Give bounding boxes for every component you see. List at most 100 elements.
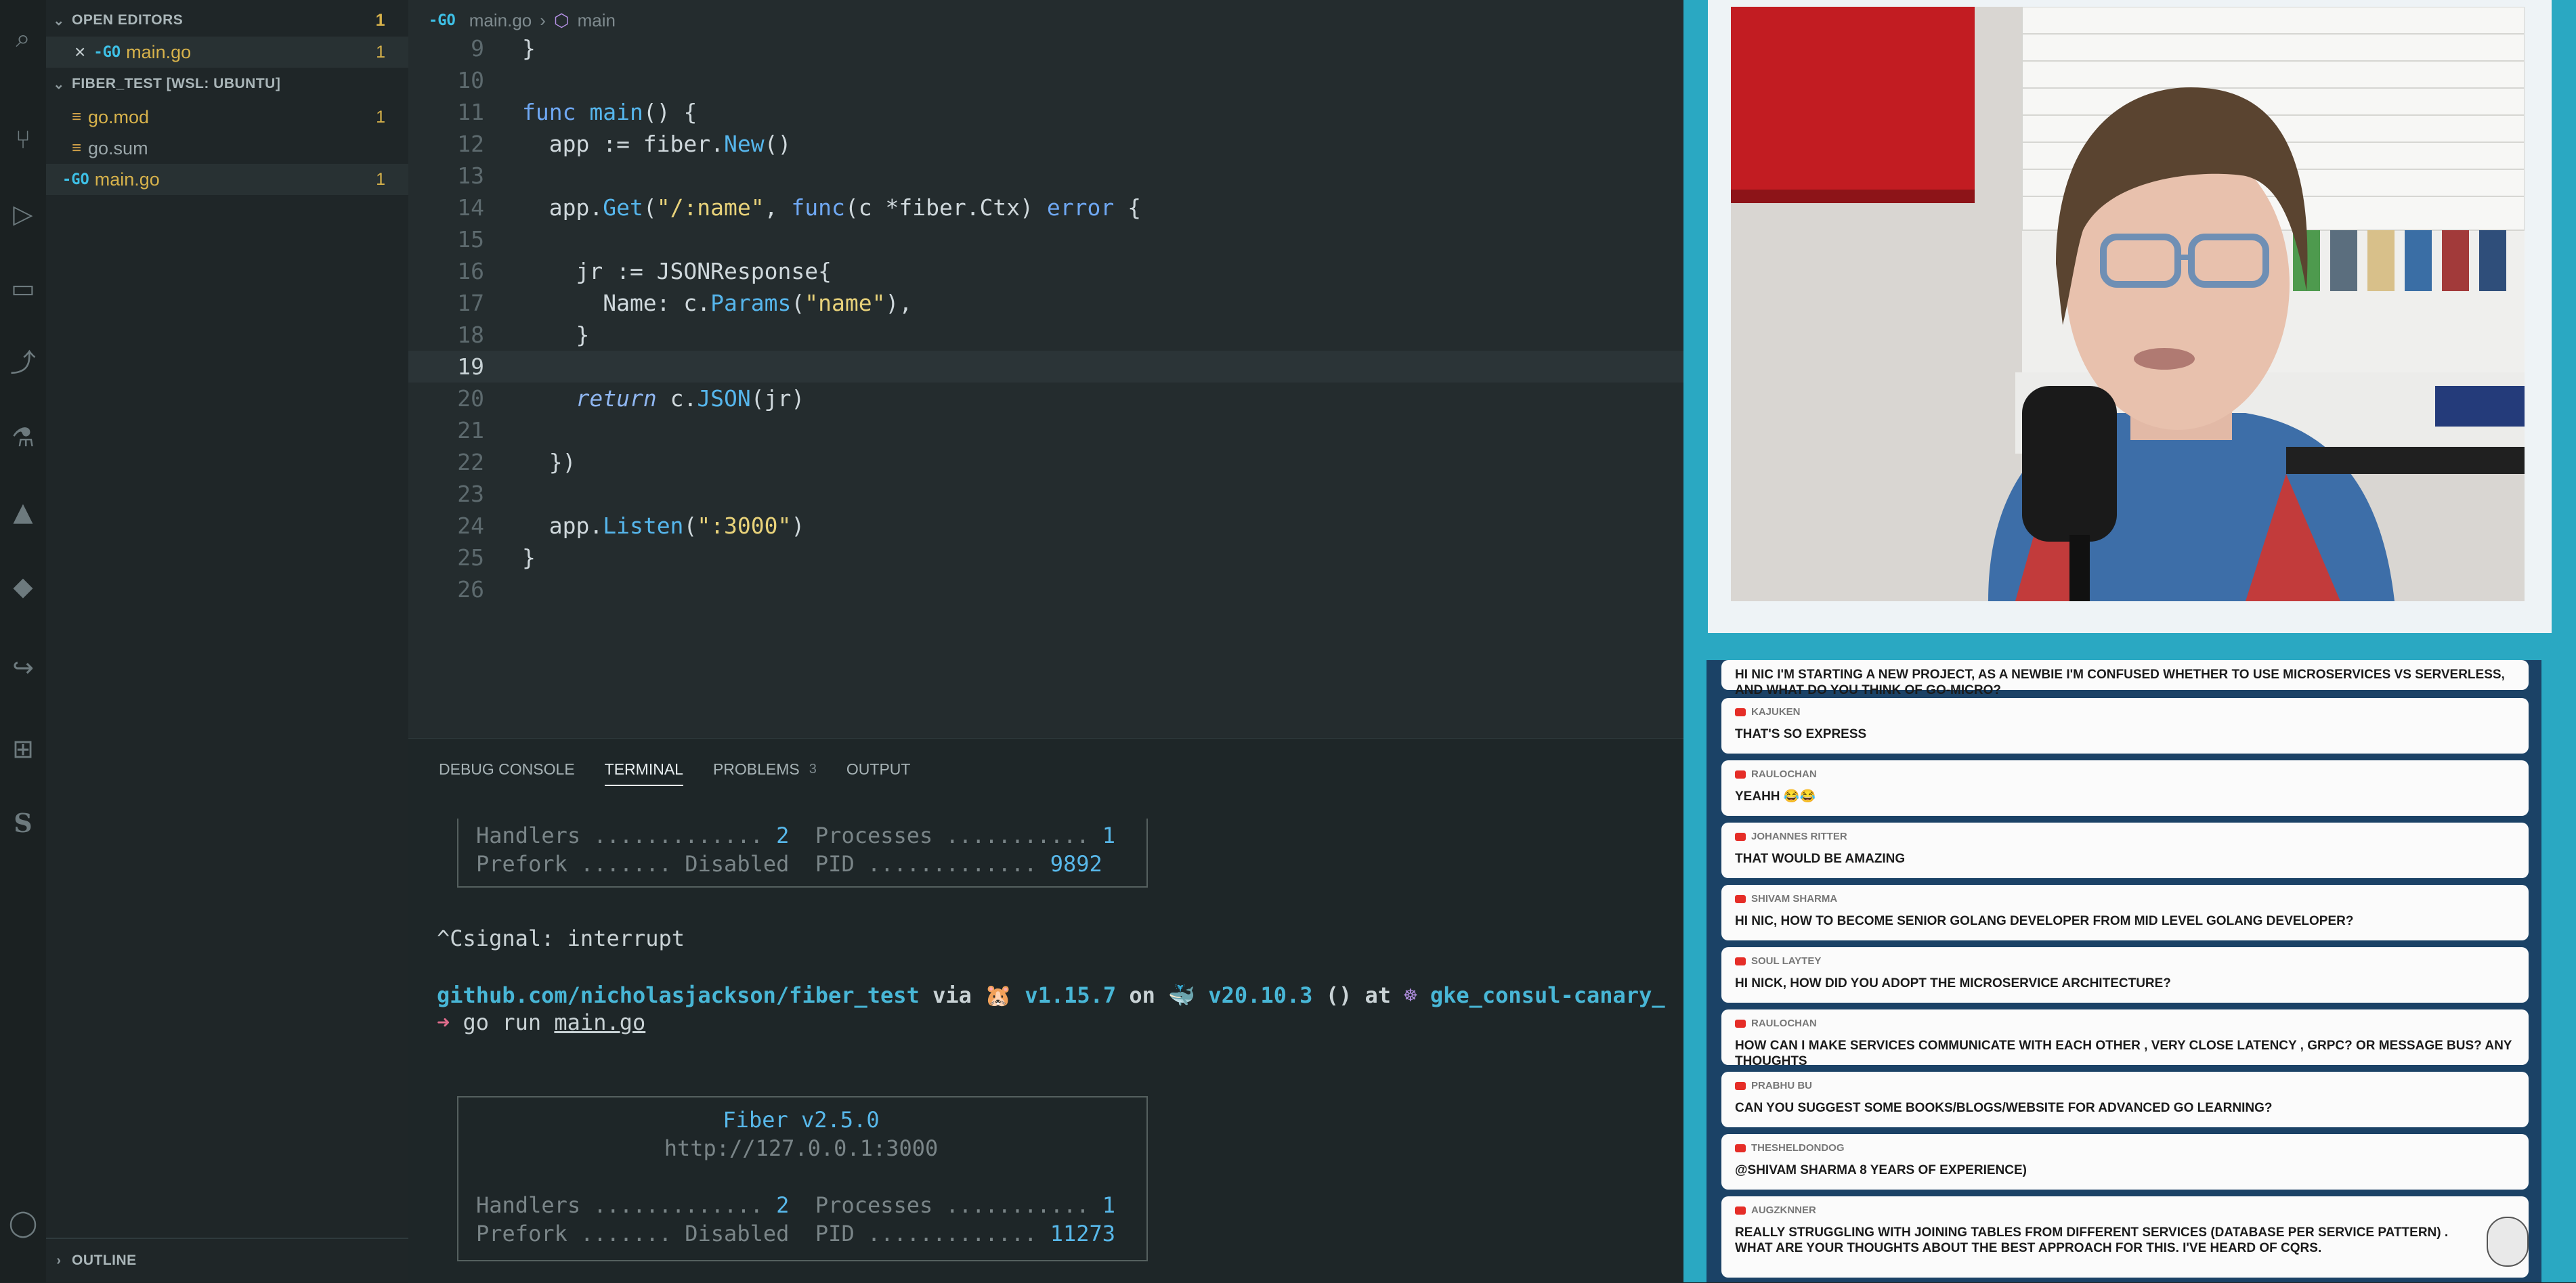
chat-message-text: REALLY STRUGGLING WITH JOINING TABLES FR… xyxy=(1735,1225,2449,1255)
youtube-icon xyxy=(1735,1019,1746,1028)
command-arg[interactable]: main.go xyxy=(554,1009,645,1035)
youtube-icon xyxy=(1735,1144,1746,1152)
code-text: } xyxy=(522,322,590,348)
line-number: 15 xyxy=(457,226,484,253)
webcam-video xyxy=(1731,7,2525,601)
chat-message: HI NIC I'M STARTING A NEW PROJECT, AS A … xyxy=(1721,660,2529,697)
s-icon[interactable]: S xyxy=(5,806,41,841)
code-editor[interactable]: -GO main.go › ⬡ main 9} 10 11 func main()… xyxy=(408,0,1683,738)
tab-output[interactable]: OUTPUT xyxy=(846,752,911,786)
chat-author: SHIVAM SHARMA xyxy=(1735,893,1837,905)
breadcrumb: -GO main.go › ⬡ main xyxy=(429,5,616,35)
code-line: 25} xyxy=(408,542,1683,573)
processes-value: 1 xyxy=(1102,823,1116,848)
chat-message-text: HOW CAN I MAKE SERVICES COMMUNICATE WITH… xyxy=(1735,1039,2512,1068)
tab-label: OUTPUT xyxy=(846,760,911,778)
go-mod-icon: ≡ xyxy=(72,108,82,126)
youtube-icon xyxy=(1735,894,1746,903)
breadcrumb-symbol[interactable]: main xyxy=(578,10,616,31)
code-line: 24 app.Listen(":3000") xyxy=(408,510,1683,542)
code-text: app.Get("/:name", func(c *fiber.Ctx) err… xyxy=(522,194,1141,221)
code-line: 13 xyxy=(408,160,1683,192)
docker-icon[interactable]: ◆ xyxy=(5,569,41,604)
line-number: 16 xyxy=(457,258,484,284)
chat-author: JOHANNES RITTER xyxy=(1735,831,1847,842)
chat-author-name: SOUL LAYTEY xyxy=(1751,955,1822,967)
test-flask-icon[interactable]: ⚗ xyxy=(5,420,41,455)
chat-message: RAULOCHAN YEAHH 😂😂 xyxy=(1721,760,2529,816)
bottom-panel: DEBUG CONSOLE TERMINAL PROBLEMS 3 OUTPUT … xyxy=(408,738,1683,1283)
outline-header[interactable]: › OUTLINE xyxy=(46,1246,408,1276)
breadcrumb-file[interactable]: main.go xyxy=(469,10,532,31)
code-line: 20 return c.JSON(jr) xyxy=(408,383,1683,414)
line-number: 18 xyxy=(457,322,484,348)
account-icon[interactable]: ◯ xyxy=(5,1205,41,1240)
chat-author: SOUL LAYTEY xyxy=(1735,955,1821,967)
file-item-go-sum[interactable]: ≡ go.sum xyxy=(46,133,408,164)
kubernetes-icon: ☸ xyxy=(1404,982,1417,1008)
tab-debug-console[interactable]: DEBUG CONSOLE xyxy=(439,752,575,786)
chat-author-name: PRABHU BU xyxy=(1751,1080,1812,1091)
code-text: Name: c.Params("name"), xyxy=(522,290,913,316)
search-icon[interactable]: ⌕ xyxy=(5,20,41,56)
chat-message-text: @SHIVAM SHARMA 8 YEARS OF EXPERIENCE) xyxy=(1735,1163,2027,1177)
line-number: 17 xyxy=(457,290,484,316)
code-line: 22 }) xyxy=(408,446,1683,478)
fiber-url[interactable]: http://127.0.0.1:3000 xyxy=(457,1134,1145,1162)
tab-terminal[interactable]: TERMINAL xyxy=(604,752,684,786)
source-control-icon[interactable]: ⑂ xyxy=(5,122,41,157)
chat-author: AUGZKNNER xyxy=(1735,1204,1816,1216)
terminal-line: Handlers ............. 2 Processes .....… xyxy=(476,821,1115,850)
chevron-right-icon: › xyxy=(540,9,546,30)
file-item-go-mod[interactable]: ≡ go.mod 1 xyxy=(46,102,408,133)
live-share-icon[interactable]: ↪ xyxy=(5,650,41,685)
terminal-line: Prefork ....... Disabled PID ...........… xyxy=(476,1219,1115,1248)
prompt-text: on xyxy=(1116,982,1169,1008)
chat-message-text: HI NIC I'M STARTING A NEW PROJECT, AS A … xyxy=(1735,668,2505,697)
handlers-label: Handlers ............. xyxy=(476,823,777,848)
code-text: }) xyxy=(522,449,576,475)
pid-value: 11273 xyxy=(1050,1221,1116,1246)
code-line: 9} xyxy=(408,32,1683,64)
code-line: 17 Name: c.Params("name"), xyxy=(408,287,1683,319)
run-debug-icon[interactable]: ▷ xyxy=(5,196,41,232)
line-number: 22 xyxy=(457,449,484,475)
panel-tabs: DEBUG CONSOLE TERMINAL PROBLEMS 3 OUTPUT xyxy=(439,752,910,786)
code-line: 14 app.Get("/:name", func(c *fiber.Ctx) … xyxy=(408,192,1683,223)
extensions-icon[interactable]: ⊞ xyxy=(5,731,41,766)
file-badge: 1 xyxy=(376,42,385,62)
chat-author-name: AUGZKNNER xyxy=(1751,1204,1816,1216)
file-item-main-go[interactable]: -GO main.go 1 xyxy=(46,164,408,195)
chat-message-text: THAT WOULD BE AMAZING xyxy=(1735,852,1906,866)
tab-problems[interactable]: PROBLEMS 3 xyxy=(713,752,817,786)
chat-message: RAULOCHAN HOW CAN I MAKE SERVICES COMMUN… xyxy=(1721,1009,2529,1068)
open-editors-header[interactable]: ⌄ OPEN EDITORS 1 xyxy=(46,5,408,35)
code-line-current: 19 xyxy=(408,351,1683,383)
webcam-image xyxy=(1731,7,2525,601)
close-icon[interactable]: × xyxy=(74,41,85,63)
chat-message-text: CAN YOU SUGGEST SOME BOOKS/BLOGS/WEBSITE… xyxy=(1735,1101,2273,1115)
open-editor-item-main-go[interactable]: × -GO main.go 1 xyxy=(46,37,408,68)
processes-label: Processes ........... xyxy=(789,823,1102,848)
chat-author: RAULOCHAN xyxy=(1735,768,1817,780)
remote-explorer-icon[interactable]: ▭ xyxy=(5,271,41,306)
prompt-path: github.com/nicholasjackson/fiber_test xyxy=(437,982,920,1008)
file-name: main.go xyxy=(126,41,192,62)
chat-author-name: RAULOCHAN xyxy=(1751,1018,1817,1029)
fiber-version: Fiber v2.5.0 xyxy=(723,1107,880,1133)
tab-label: PROBLEMS xyxy=(712,760,800,778)
line-number: 20 xyxy=(457,385,484,412)
file-badge: 1 xyxy=(376,107,385,127)
project-header[interactable]: ⌄ FIBER_TEST [WSL: UBUNTU] xyxy=(46,69,408,99)
file-badge: 1 xyxy=(376,169,385,189)
code-text: return c.JSON(jr) xyxy=(576,385,805,412)
chat-author: KAJUKEN xyxy=(1735,706,1801,718)
docker-version: v20.10.3 xyxy=(1195,982,1313,1008)
chat-message: SHIVAM SHARMA HI NIC, HOW TO BECOME SENI… xyxy=(1721,885,2529,940)
code-text: } xyxy=(522,544,536,571)
git-pull-request-icon[interactable]: ⤴ xyxy=(5,345,41,380)
project-title: FIBER_TEST [WSL: UBUNTU] xyxy=(72,76,281,91)
gopher-icon: 🐹 xyxy=(985,982,1012,1008)
azure-icon[interactable]: ▲ xyxy=(5,494,41,529)
terminal-line: Prefork ....... Disabled PID ...........… xyxy=(476,850,1102,878)
